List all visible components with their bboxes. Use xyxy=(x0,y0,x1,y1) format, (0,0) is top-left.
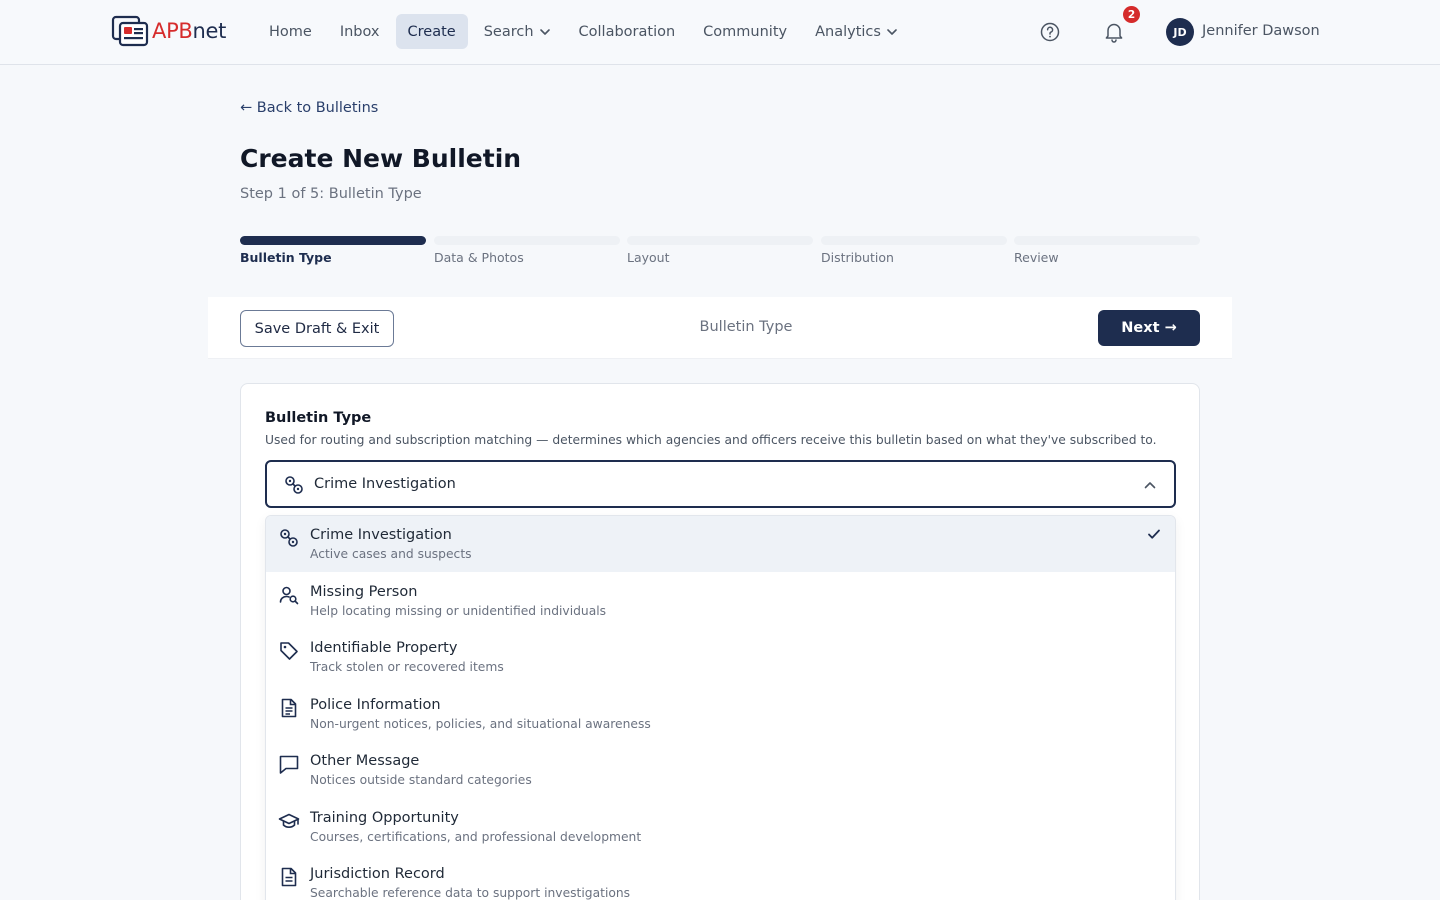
nav-item-create[interactable]: Create xyxy=(395,14,468,49)
nav-item-community[interactable]: Community xyxy=(691,14,799,49)
page-title: Create New Bulletin xyxy=(240,144,522,173)
nav-item-home[interactable]: Home xyxy=(257,14,324,49)
step-label: Layout xyxy=(627,250,670,265)
chevron-down-icon xyxy=(886,26,898,38)
notification-count-badge: 2 xyxy=(1123,6,1140,23)
option-title: Other Message xyxy=(310,753,420,769)
step-indicator-text: Step 1 of 5: Bulletin Type xyxy=(240,186,422,202)
option-title: Police Information xyxy=(310,697,441,713)
step-progress-bar xyxy=(1014,236,1200,245)
field-help-text: Used for routing and subscription matchi… xyxy=(265,433,1157,447)
step-progress-bar xyxy=(434,236,620,245)
logo-text: APBnet xyxy=(152,19,227,43)
nav-item-inbox[interactable]: Inbox xyxy=(328,14,392,49)
apbnet-logo[interactable]: APBnet xyxy=(111,15,226,47)
bulletin-type-card: Bulletin Type Used for routing and subsc… xyxy=(240,383,1200,900)
step-progress-bar xyxy=(821,236,1007,245)
option-description: Courses, certifications, and professiona… xyxy=(310,830,642,844)
option-training-opportunity[interactable]: Training Opportunity Courses, certificat… xyxy=(266,799,1175,855)
progress-stepper: Bulletin Type Data & Photos Layout Distr… xyxy=(240,236,1200,268)
nav-item-label: Inbox xyxy=(339,23,380,40)
nav-item-label: Create xyxy=(407,23,456,40)
field-label: Bulletin Type xyxy=(265,410,372,426)
top-navigation: APBnet Home Inbox Create Search Collabor… xyxy=(0,0,1440,65)
option-identifiable-property[interactable]: Identifiable Property Track stolen or re… xyxy=(266,629,1175,685)
step-distribution: Distribution xyxy=(821,236,1007,265)
option-description: Notices outside standard categories xyxy=(310,773,532,787)
message-icon xyxy=(278,753,300,775)
document-icon xyxy=(278,697,300,719)
step-label: Review xyxy=(1014,250,1059,265)
step-bulletin-type: Bulletin Type xyxy=(240,236,426,265)
handcuffs-icon xyxy=(283,474,305,496)
option-description: Active cases and suspects xyxy=(310,547,472,561)
nav-item-label: Analytics xyxy=(815,23,881,40)
option-title: Crime Investigation xyxy=(310,527,452,543)
option-other-message[interactable]: Other Message Notices outside standard c… xyxy=(266,742,1175,798)
wizard-action-bar: Save Draft & Exit Bulletin Type Next → xyxy=(208,297,1232,359)
user-name[interactable]: Jennifer Dawson xyxy=(1202,23,1320,39)
handcuffs-icon xyxy=(278,527,300,549)
avatar[interactable]: JD xyxy=(1166,18,1194,46)
help-icon[interactable] xyxy=(1039,21,1061,43)
nav-item-search[interactable]: Search xyxy=(472,14,563,49)
tag-icon xyxy=(278,640,300,662)
main-menu: Home Inbox Create Search Collaboration C… xyxy=(257,14,914,49)
step-layout: Layout xyxy=(627,236,813,265)
checkmark-icon xyxy=(1146,526,1162,542)
step-progress-bar xyxy=(240,236,426,245)
option-description: Searchable reference data to support inv… xyxy=(310,886,631,900)
bulletin-type-dropdown-menu: Crime Investigation Active cases and sus… xyxy=(265,515,1176,900)
nav-item-label: Community xyxy=(703,23,788,40)
option-jurisdiction-record[interactable]: Jurisdiction Record Searchable reference… xyxy=(266,855,1175,900)
nav-item-collaboration[interactable]: Collaboration xyxy=(567,14,688,49)
option-crime-investigation[interactable]: Crime Investigation Active cases and sus… xyxy=(266,516,1175,572)
notifications-bell-icon[interactable] xyxy=(1103,20,1125,44)
nav-item-analytics[interactable]: Analytics xyxy=(803,14,910,49)
chevron-down-icon xyxy=(539,26,551,38)
person-search-icon xyxy=(278,584,300,606)
option-police-information[interactable]: Police Information Non-urgent notices, p… xyxy=(266,686,1175,742)
option-description: Track stolen or recovered items xyxy=(310,660,504,674)
graduation-cap-icon xyxy=(278,810,300,832)
step-review: Review xyxy=(1014,236,1200,265)
option-title: Identifiable Property xyxy=(310,640,458,656)
logo-mark-icon xyxy=(111,15,149,47)
step-label: Data & Photos xyxy=(434,250,524,265)
selected-value: Crime Investigation xyxy=(314,476,456,492)
step-label: Distribution xyxy=(821,250,894,265)
option-title: Jurisdiction Record xyxy=(310,866,445,882)
option-description: Help locating missing or unidentified in… xyxy=(310,604,607,618)
back-to-bulletins-link[interactable]: ← Back to Bulletins xyxy=(240,100,378,116)
chevron-up-icon xyxy=(1143,478,1157,492)
nav-item-label: Collaboration xyxy=(578,23,676,40)
next-button[interactable]: Next → xyxy=(1098,310,1200,346)
nav-item-label: Search xyxy=(483,23,534,40)
option-missing-person[interactable]: Missing Person Help locating missing or … xyxy=(266,573,1175,629)
step-label: Bulletin Type xyxy=(240,250,332,265)
nav-item-label: Home xyxy=(269,23,312,40)
step-data-photos: Data & Photos xyxy=(434,236,620,265)
option-title: Training Opportunity xyxy=(310,810,459,826)
option-description: Non-urgent notices, policies, and situat… xyxy=(310,717,651,731)
option-title: Missing Person xyxy=(310,584,418,600)
record-document-icon xyxy=(278,866,300,888)
step-progress-bar xyxy=(627,236,813,245)
bulletin-type-select[interactable]: Crime Investigation xyxy=(265,460,1176,508)
